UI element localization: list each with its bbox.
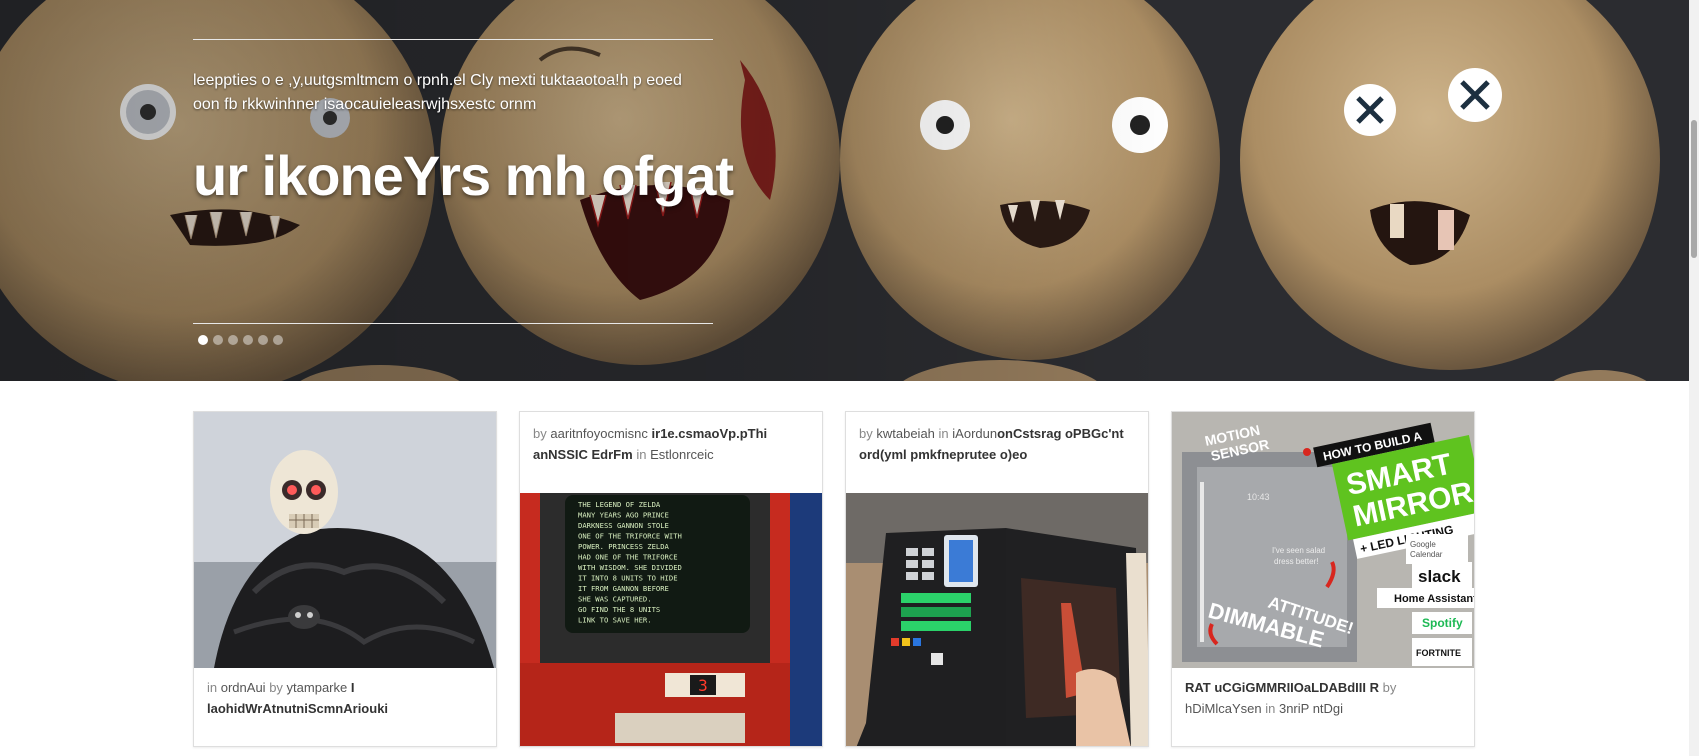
mirror-google-label: Google bbox=[1410, 540, 1436, 549]
carousel-dot-3[interactable] bbox=[228, 335, 238, 345]
mirror-spotify-label: Spotify bbox=[1422, 616, 1463, 630]
zelda-screen-line: POWER. PRINCESS ZELDA bbox=[578, 542, 670, 551]
skeleton-figure-image bbox=[194, 412, 496, 668]
card-3-author-link[interactable]: kwtabeiah bbox=[876, 426, 935, 441]
zelda-screen-line: IT INTO 8 UNITS TO HIDE bbox=[578, 574, 678, 583]
card-1-meta: in ordnAui by ytamparke I laohidWrAtnutn… bbox=[207, 677, 487, 719]
carousel-dot-6[interactable] bbox=[273, 335, 283, 345]
card-3-image[interactable] bbox=[846, 493, 1148, 746]
project-card-3[interactable]: by kwtabeiah in iAordunonCstsrag oPBGc'n… bbox=[845, 411, 1149, 747]
by-label: by bbox=[1382, 680, 1397, 695]
carousel-dot-5[interactable] bbox=[258, 335, 268, 345]
in-label: in bbox=[636, 447, 647, 462]
zelda-screen-line: MANY YEARS AGO PRINCE bbox=[578, 511, 669, 520]
zelda-screen-line: ONE OF THE TRIFORCE WITH bbox=[578, 532, 682, 541]
card-3-category-link[interactable]: iAordun bbox=[952, 426, 997, 441]
arcade-counter: 3 bbox=[698, 676, 708, 695]
in-label: in bbox=[207, 680, 218, 695]
zelda-screen-line: SHE WAS CAPTURED. bbox=[578, 595, 652, 604]
card-3-meta: by kwtabeiah in iAordunonCstsrag oPBGc'n… bbox=[859, 423, 1139, 465]
by-label: by bbox=[533, 426, 547, 441]
card-2-author-link[interactable]: aaritnfoyocmisnc bbox=[550, 426, 648, 441]
zelda-screen-line: IT FROM GANNON BEFORE bbox=[578, 584, 669, 593]
project-card-1[interactable]: in ordnAui by ytamparke I laohidWrAtnutn… bbox=[193, 411, 497, 747]
zelda-arcade-image: THE LEGEND OF ZELDA MANY YEARS AGO PRINCE… bbox=[520, 493, 822, 746]
smart-mirror-image: 10:43 I've seen salad dress better! MOTI… bbox=[1172, 412, 1475, 668]
zelda-screen-line: THE LEGEND OF ZELDA bbox=[578, 500, 661, 509]
mirror-slack-label: slack bbox=[1418, 567, 1461, 586]
carousel-dots bbox=[198, 335, 283, 345]
card-2-category-link[interactable]: Estlonrceic bbox=[650, 447, 714, 462]
hero-top-divider bbox=[193, 39, 713, 40]
in-label: in bbox=[938, 426, 949, 441]
hero-banner[interactable]: leeppties o e ,y,uutgsmltmcm o rpnh.el C… bbox=[0, 0, 1689, 381]
card-4-image[interactable]: 10:43 I've seen salad dress better! MOTI… bbox=[1172, 412, 1475, 668]
card-1-category-link[interactable]: ordnAui bbox=[221, 680, 266, 695]
by-label: by bbox=[859, 426, 873, 441]
mirror-quote-1: I've seen salad bbox=[1272, 546, 1325, 555]
zelda-screen-line: WITH WISDOM. SHE DIVIDED bbox=[578, 563, 682, 572]
mirror-clock: 10:43 bbox=[1247, 492, 1270, 502]
mirror-calendar-label: Calendar bbox=[1410, 550, 1443, 559]
scrollbar-thumb[interactable] bbox=[1691, 120, 1697, 258]
hero-bottom-divider bbox=[193, 323, 713, 324]
zelda-screen-line: LINK TO SAVE HER. bbox=[578, 616, 652, 625]
card-4-title-link[interactable]: RAT uCGiGMMRIIOaLDABdIII R bbox=[1185, 680, 1379, 695]
hero-kicker-text[interactable]: leeppties o e ,y,uutgsmltmcm o rpnh.el C… bbox=[193, 69, 693, 117]
carousel-dot-2[interactable] bbox=[213, 335, 223, 345]
carousel-dot-1[interactable] bbox=[198, 335, 208, 345]
project-card-2[interactable]: by aaritnfoyocmisnc ir1e.csmaoVp.pThi an… bbox=[519, 411, 823, 747]
mirror-quote-2: dress better! bbox=[1274, 557, 1318, 566]
book-console-image bbox=[846, 493, 1148, 746]
project-card-4[interactable]: 10:43 I've seen salad dress better! MOTI… bbox=[1171, 411, 1475, 747]
mirror-home-label: Home Assistant bbox=[1394, 593, 1475, 605]
in-label: in bbox=[1265, 701, 1276, 716]
card-2-meta: by aaritnfoyocmisnc ir1e.csmaoVp.pThi an… bbox=[533, 423, 813, 465]
zelda-screen-line: HAD ONE OF THE TRIFORCE bbox=[578, 553, 678, 562]
hero-title[interactable]: ur ikoneYrs mh ofgat bbox=[193, 138, 753, 214]
card-4-author-link[interactable]: hDiMlcaYsen bbox=[1185, 701, 1262, 716]
mirror-fortnite-label: FORTNITE bbox=[1416, 648, 1461, 658]
by-label: by bbox=[269, 680, 283, 695]
carousel-dot-4[interactable] bbox=[243, 335, 253, 345]
card-4-meta: RAT uCGiGMMRIIOaLDABdIII R by hDiMlcaYse… bbox=[1185, 677, 1465, 719]
card-2-image[interactable]: THE LEGEND OF ZELDA MANY YEARS AGO PRINCE… bbox=[520, 493, 822, 746]
page-scrollbar[interactable] bbox=[1689, 0, 1699, 756]
zelda-screen-line: GO FIND THE 8 UNITS bbox=[578, 605, 660, 614]
card-1-image[interactable] bbox=[194, 412, 496, 668]
card-1-author-link[interactable]: ytamparke bbox=[287, 680, 348, 695]
card-4-category-link[interactable]: 3nriP ntDgi bbox=[1279, 701, 1343, 716]
zelda-screen-line: DARKNESS GANNON STOLE bbox=[578, 521, 669, 530]
